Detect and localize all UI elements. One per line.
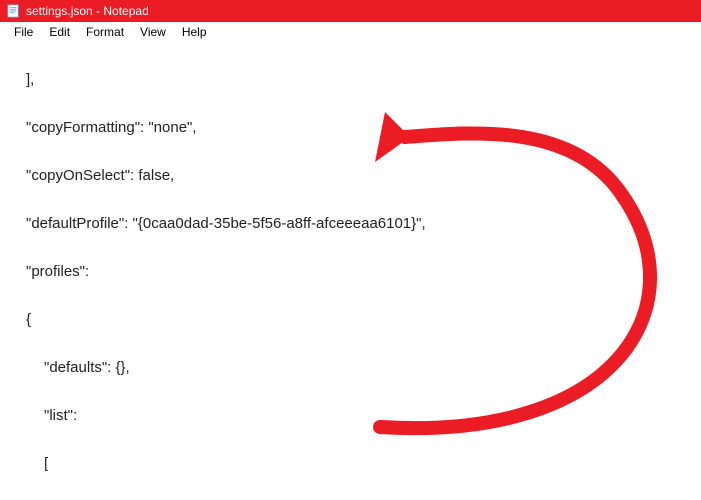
code-line: ], — [8, 68, 693, 92]
code-line: "defaultProfile": "{0caa0dad-35be-5f56-a… — [8, 212, 693, 236]
menu-format[interactable]: Format — [78, 23, 132, 41]
code-line: "copyFormatting": "none", — [8, 116, 693, 140]
titlebar: settings.json - Notepad — [0, 0, 701, 22]
window-title: settings.json - Notepad — [26, 0, 149, 22]
menu-help[interactable]: Help — [174, 23, 215, 41]
code-line: [ — [8, 452, 693, 476]
code-line: "copyOnSelect": false, — [8, 164, 693, 188]
menu-view[interactable]: View — [132, 23, 174, 41]
menu-edit[interactable]: Edit — [41, 23, 78, 41]
menubar: File Edit Format View Help — [0, 22, 701, 42]
code-line: { — [8, 308, 693, 332]
code-line: "defaults": {}, — [8, 356, 693, 380]
notepad-icon — [6, 4, 20, 18]
text-editor-area[interactable]: ], "copyFormatting": "none", "copyOnSele… — [0, 42, 701, 500]
menu-file[interactable]: File — [6, 23, 41, 41]
code-line: "list": — [8, 404, 693, 428]
code-line: "profiles": — [8, 260, 693, 284]
